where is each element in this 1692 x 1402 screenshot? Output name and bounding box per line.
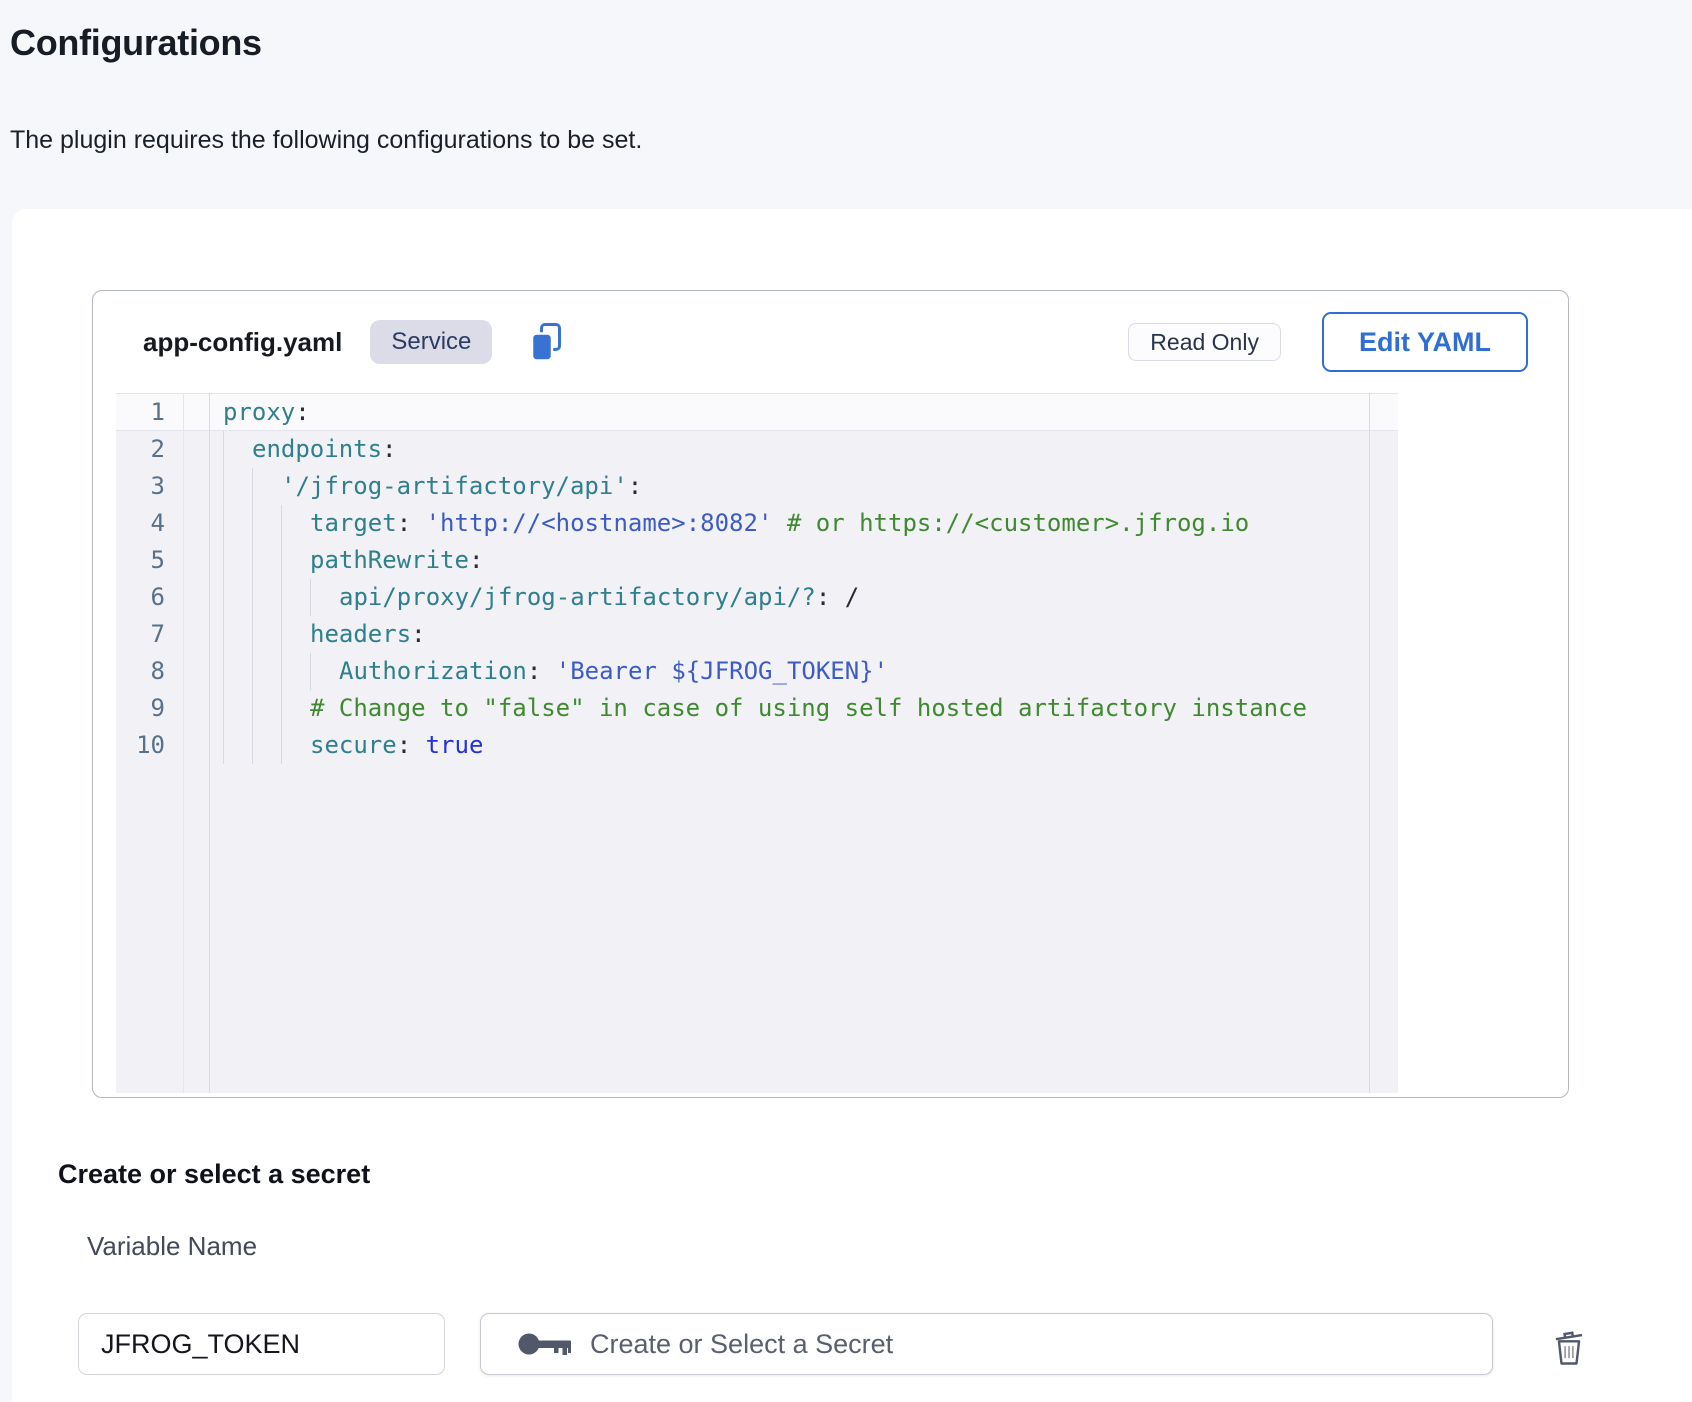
copy-icon xyxy=(530,321,563,363)
page-subtitle: The plugin requires the following config… xyxy=(10,126,642,155)
code-text: target: 'http://<hostname>:8082' # or ht… xyxy=(209,505,1249,542)
indent-guide xyxy=(252,616,281,653)
code-line: 3 '/jfrog-artifactory/api': xyxy=(116,468,1398,505)
variable-name-input[interactable] xyxy=(78,1313,445,1375)
indent-guide xyxy=(223,579,252,616)
indent-guide xyxy=(223,468,252,505)
indent-guide xyxy=(223,616,252,653)
line-number: 7 xyxy=(116,616,183,653)
indent-guide xyxy=(281,579,310,616)
indent-guide xyxy=(252,579,281,616)
indent-guide xyxy=(252,690,281,727)
yaml-card-header: app-config.yaml Service Read Only Edit Y… xyxy=(93,291,1568,393)
delete-secret-button[interactable] xyxy=(1546,1321,1592,1373)
code-line: 10 secure: true xyxy=(116,727,1398,764)
breakpoint-gutter xyxy=(183,727,209,764)
indent-guide xyxy=(252,505,281,542)
line-number: 6 xyxy=(116,579,183,616)
breakpoint-gutter xyxy=(183,653,209,690)
breakpoint-gutter xyxy=(183,579,209,616)
indent-guide xyxy=(281,690,310,727)
scrollbar-track[interactable] xyxy=(1369,393,1370,1093)
code-text: proxy: xyxy=(209,394,310,430)
indent-guide xyxy=(223,690,252,727)
code-text: pathRewrite: xyxy=(209,542,483,579)
breakpoint-gutter xyxy=(183,542,209,579)
code-text: api/proxy/jfrog-artifactory/api/?: / xyxy=(209,579,859,616)
line-number: 5 xyxy=(116,542,183,579)
indent-guide xyxy=(252,542,281,579)
code-text: # Change to "false" in case of using sel… xyxy=(209,690,1307,727)
code-line: 2 endpoints: xyxy=(116,431,1398,468)
secret-select[interactable]: Create or Select a Secret xyxy=(480,1313,1493,1375)
code-line: 4 target: 'http://<hostname>:8082' # or h… xyxy=(116,505,1398,542)
breakpoint-gutter xyxy=(183,616,209,653)
indent-guide xyxy=(281,653,310,690)
gutter-border xyxy=(209,393,210,1093)
indent-guide xyxy=(281,542,310,579)
breakpoint-gutter xyxy=(183,394,209,430)
indent-guide xyxy=(281,616,310,653)
line-number: 2 xyxy=(116,431,183,468)
indent-guide xyxy=(281,727,310,764)
code-text: secure: true xyxy=(209,727,483,764)
code-line: 7 headers: xyxy=(116,616,1398,653)
breakpoint-gutter xyxy=(183,431,209,468)
copy-button[interactable] xyxy=(526,319,566,365)
key-icon xyxy=(517,1329,573,1359)
code-text: endpoints: xyxy=(209,431,397,468)
code-line: 9 # Change to "false" in case of using se… xyxy=(116,690,1398,727)
breakpoint-gutter xyxy=(183,690,209,727)
code-line: 8 Authorization: 'Bearer ${JFROG_TOKEN}' xyxy=(116,653,1398,690)
yaml-config-card: app-config.yaml Service Read Only Edit Y… xyxy=(92,290,1569,1098)
variable-name-label: Variable Name xyxy=(87,1231,257,1262)
code-line: 5 pathRewrite: xyxy=(116,542,1398,579)
breakpoint-gutter xyxy=(183,468,209,505)
indent-guide xyxy=(252,727,281,764)
indent-guide xyxy=(223,653,252,690)
line-number: 10 xyxy=(116,727,183,764)
secret-section-heading: Create or select a secret xyxy=(58,1159,370,1190)
code-text: headers: xyxy=(209,616,426,653)
gutter-divider xyxy=(183,393,184,1093)
indent-guide xyxy=(310,653,339,690)
line-number: 8 xyxy=(116,653,183,690)
indent-guide xyxy=(223,505,252,542)
code-line: 6 api/proxy/jfrog-artifactory/api/?: / xyxy=(116,579,1398,616)
secret-select-placeholder: Create or Select a Secret xyxy=(590,1329,893,1360)
read-only-badge: Read Only xyxy=(1128,323,1281,361)
service-badge: Service xyxy=(370,320,492,364)
page-title: Configurations xyxy=(10,22,262,64)
indent-guide xyxy=(252,653,281,690)
indent-guide xyxy=(310,579,339,616)
indent-guide xyxy=(223,727,252,764)
code-lines: 1 proxy: 2 endpoints: 3 '/jfrog-artifactory/a… xyxy=(116,393,1398,764)
breakpoint-gutter xyxy=(183,505,209,542)
line-number: 3 xyxy=(116,468,183,505)
indent-guide xyxy=(281,505,310,542)
line-number: 9 xyxy=(116,690,183,727)
code-editor[interactable]: 1 proxy: 2 endpoints: 3 '/jfrog-artifactory/a… xyxy=(116,393,1398,1093)
indent-guide xyxy=(223,542,252,579)
line-number: 1 xyxy=(116,394,183,430)
code-text: Authorization: 'Bearer ${JFROG_TOKEN}' xyxy=(209,653,888,690)
file-name: app-config.yaml xyxy=(143,327,342,358)
code-line: 1 proxy: xyxy=(116,393,1398,431)
code-text: '/jfrog-artifactory/api': xyxy=(209,468,642,505)
indent-guide xyxy=(252,468,281,505)
content-panel: app-config.yaml Service Read Only Edit Y… xyxy=(12,209,1692,1402)
edit-yaml-button[interactable]: Edit YAML xyxy=(1322,312,1528,372)
line-number: 4 xyxy=(116,505,183,542)
trash-icon xyxy=(1551,1326,1587,1368)
indent-guide xyxy=(223,431,252,468)
